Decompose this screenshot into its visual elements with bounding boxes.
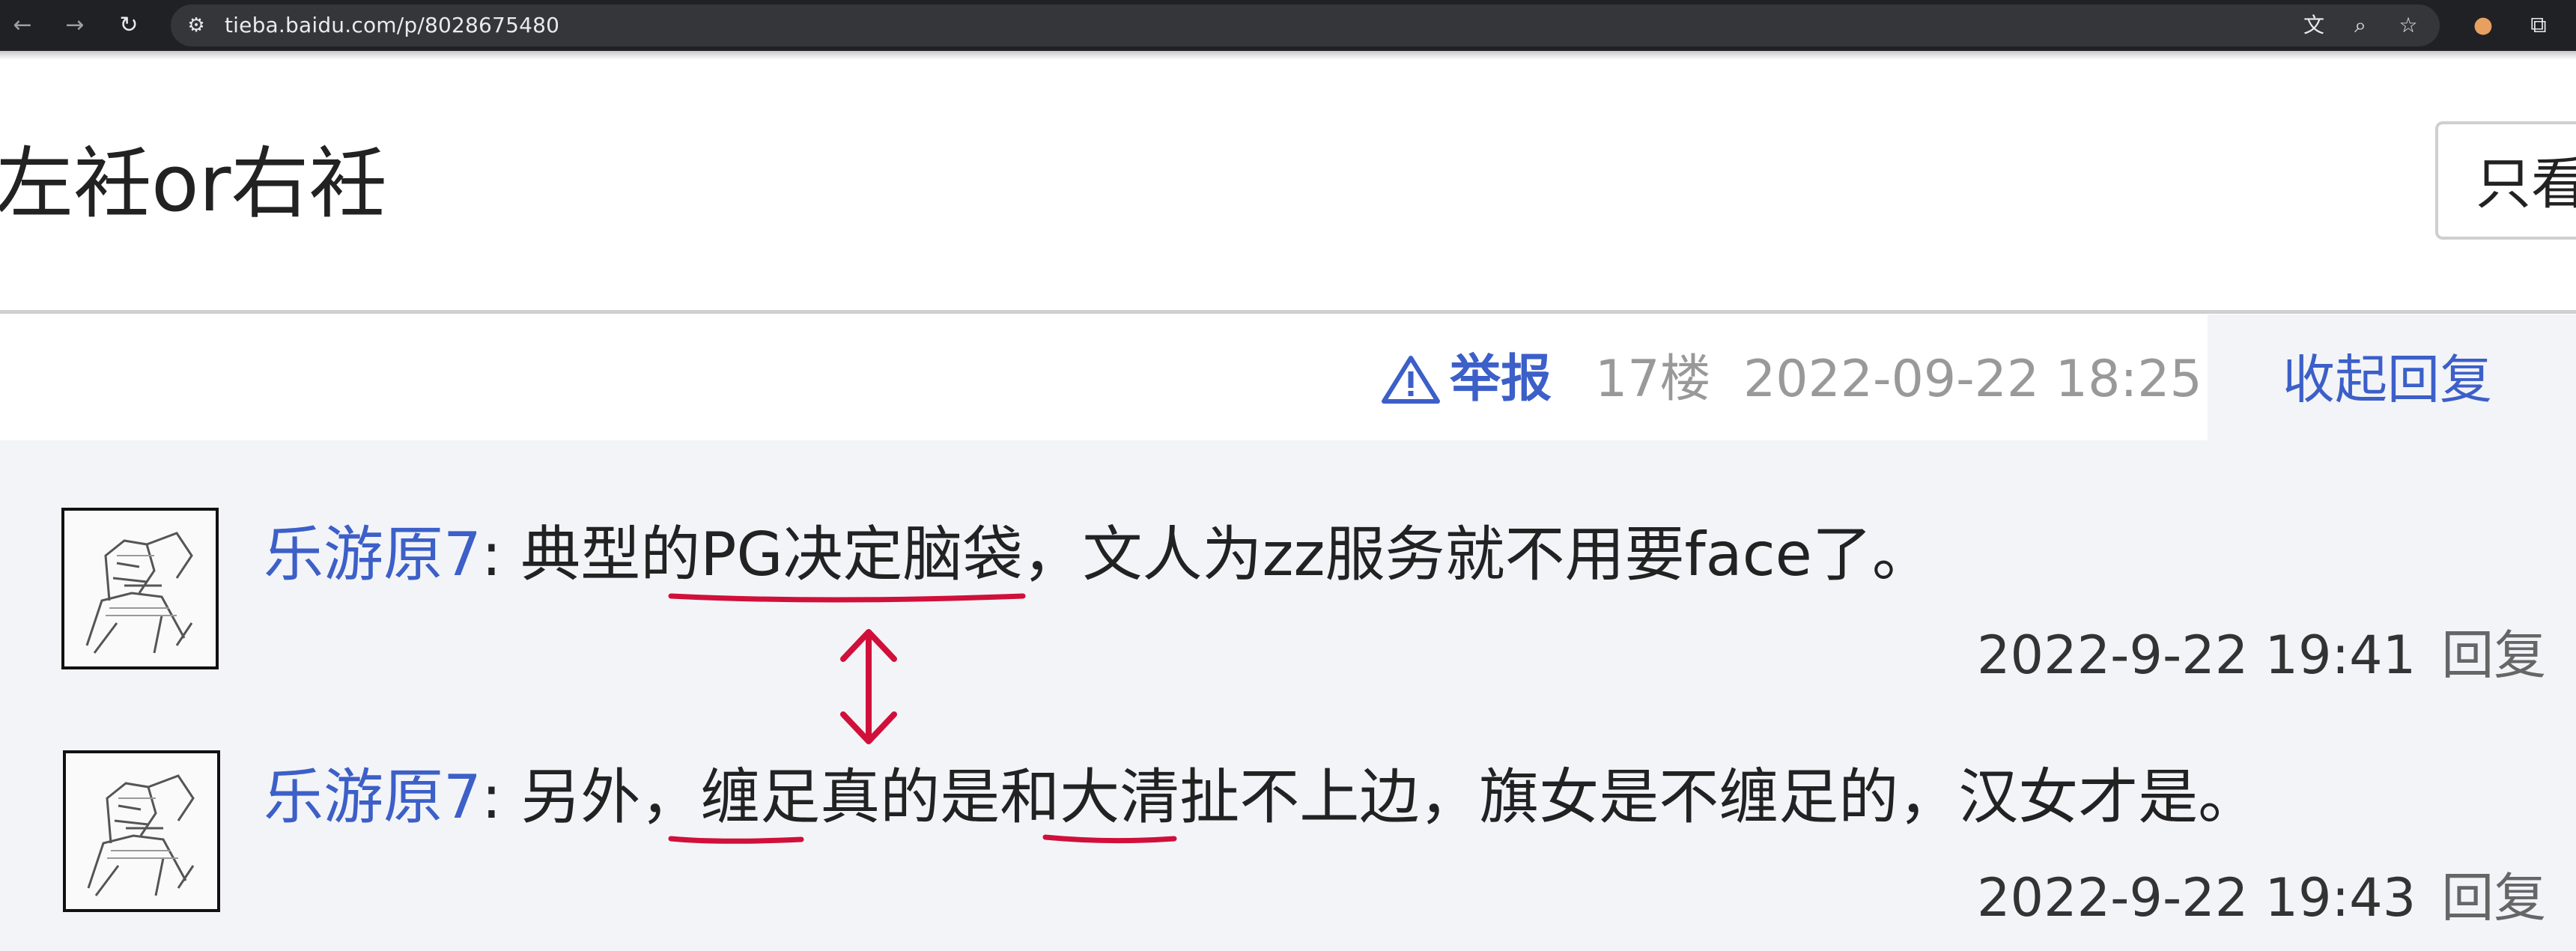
post-timestamp: 2022-09-22 18:25	[1743, 350, 2202, 409]
reply-timestamp: 2022-9-22 19:41	[1977, 625, 2416, 686]
forward-arrow-icon[interactable]: →	[60, 7, 90, 43]
reply-content: 另外，缠足真的是和大清扯不上边，旗女是不缠足的，汉女才是。	[520, 762, 2258, 832]
reply-button[interactable]: 回复	[2441, 625, 2546, 686]
reply-meta: 2022-9-22 19:41 回复	[1977, 622, 2546, 689]
reply-button[interactable]: 回复	[2441, 867, 2546, 929]
reply-separator: :	[481, 762, 521, 832]
reload-icon[interactable]: ↻	[114, 7, 144, 43]
extensions-puzzle-icon[interactable]: ⧉	[2521, 7, 2557, 43]
reply-text-line: 乐游原7: 典型的PG决定脑袋，文人为zz服务就不用要face了。	[264, 514, 1932, 596]
avatar-sketch-image	[66, 753, 217, 909]
address-bar[interactable]: ⚙ tieba.baidu.com/p/8028675480 文 ⌕ ☆	[171, 4, 2440, 46]
floor-number: 17楼	[1595, 350, 1711, 409]
report-label: 举报	[1450, 350, 1552, 409]
thread-title: 左衽or右衽	[0, 138, 387, 229]
toolbar-shadow	[0, 51, 2576, 60]
back-arrow-icon[interactable]: ←	[7, 7, 37, 43]
extension-cookie-icon[interactable]: ●	[2465, 7, 2501, 43]
reply-username[interactable]: 乐游原7	[264, 520, 482, 589]
avatar[interactable]	[61, 508, 219, 669]
reply-separator: :	[481, 520, 521, 589]
url-text[interactable]: tieba.baidu.com/p/8028675480	[225, 4, 559, 46]
translate-icon[interactable]: 文	[2299, 10, 2329, 40]
reply-timestamp: 2022-9-22 19:43	[1977, 867, 2416, 929]
collapse-reply-link[interactable]: 收起回复	[2282, 346, 2492, 413]
reply-text-line: 乐游原7: 另外，缠足真的是和大清扯不上边，旗女是不缠足的，汉女才是。	[264, 756, 2258, 839]
header-divider	[0, 310, 2576, 314]
reply-meta: 2022-9-22 19:43 回复	[1977, 864, 2546, 932]
browser-toolbar: ← → ↻ ⚙ tieba.baidu.com/p/8028675480 文 ⌕…	[0, 0, 2576, 51]
site-info-icon[interactable]: ⚙	[181, 10, 211, 40]
warning-icon	[1382, 356, 1440, 404]
bookmark-star-icon[interactable]: ☆	[2393, 10, 2423, 40]
only-lz-label: 只看	[2476, 152, 2576, 216]
avatar-sketch-image	[64, 511, 216, 666]
reply-username[interactable]: 乐游原7	[264, 762, 482, 832]
reply-content: 典型的PG决定脑袋，文人为zz服务就不用要face了。	[520, 520, 1932, 589]
only-lz-button[interactable]: 只看	[2435, 121, 2576, 240]
zoom-icon[interactable]: ⌕	[2345, 10, 2375, 40]
avatar[interactable]	[63, 750, 220, 912]
